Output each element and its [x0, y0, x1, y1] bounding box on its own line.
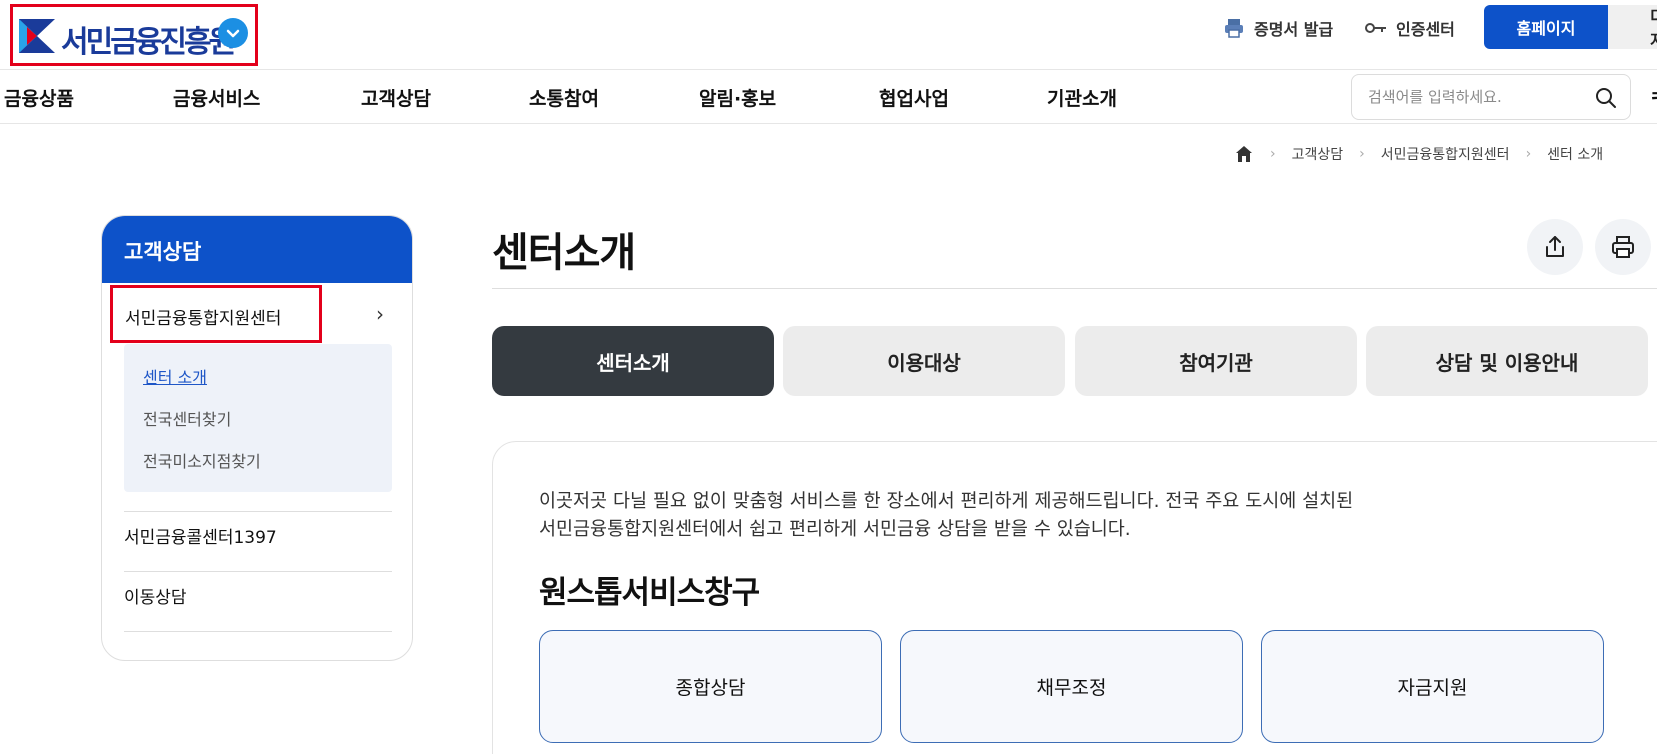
certificate-issue-link[interactable]: 증명서 발급 — [1222, 16, 1333, 40]
sidebar-item-call-center[interactable]: 서민금융콜센터1397 — [124, 523, 277, 548]
side-navigation: 고객상담 서민금융통합지원센터 › 센터 소개 전국센터찾기 전국미소지점찾기 … — [101, 215, 413, 661]
chevron-down-icon — [226, 29, 240, 38]
chevron-right-icon: › — [1525, 146, 1532, 162]
page-title: 센터소개 — [492, 230, 636, 276]
digital-button[interactable]: 디지 — [1608, 5, 1657, 49]
logo-link[interactable]: 서민금융진흥원 — [10, 4, 258, 66]
submenu-item-find-miso-branch[interactable]: 전국미소지점찾기 — [143, 448, 261, 472]
intro-text: 이곳저곳 다닐 필요 없이 맞춤형 서비스를 한 장소에서 편리하게 제공해드립… — [539, 488, 1353, 544]
logo-text: 서민금융진흥원 — [61, 25, 236, 60]
search-input[interactable] — [1368, 85, 1588, 109]
share-icon — [1546, 236, 1564, 257]
tab-consult-guide[interactable]: 상담 및 이용안내 — [1366, 326, 1648, 396]
gnb-item-financial-products[interactable]: 금융상품 — [4, 84, 74, 111]
logo-mark-icon — [19, 19, 55, 53]
gnb-item-financial-services[interactable]: 금융서비스 — [173, 84, 260, 111]
intro-line: 서민금융통합지원센터에서 쉽고 편리하게 서민금융 상담을 받을 수 있습니다. — [539, 519, 1131, 540]
submenu-item-center-intro[interactable]: 센터 소개 — [143, 364, 207, 388]
sidebar-submenu: 센터 소개 전국센터찾기 전국미소지점찾기 — [124, 344, 392, 492]
gnb-item-communication[interactable]: 소통참여 — [529, 84, 599, 111]
service-card-funding-support[interactable]: 자금지원 — [1261, 630, 1604, 743]
divider — [124, 511, 392, 512]
breadcrumb-item[interactable]: 고객상담 — [1292, 144, 1344, 164]
auth-center-link[interactable]: 인증센터 — [1364, 16, 1455, 40]
all-menu-button[interactable]: ㅋ — [1649, 82, 1657, 111]
annotation-highlight — [110, 285, 322, 343]
section-title: 원스톱서비스창구 — [539, 575, 760, 611]
homepage-button[interactable]: 홈페이지 — [1484, 5, 1608, 49]
printer-icon — [1612, 236, 1634, 258]
breadcrumb-current: 센터 소개 — [1547, 147, 1604, 163]
print-button[interactable] — [1595, 219, 1651, 275]
chevron-right-icon: › — [1270, 146, 1276, 162]
home-icon[interactable] — [1234, 144, 1254, 164]
tab-participating-orgs[interactable]: 참여기관 — [1075, 326, 1357, 396]
sidebar-title: 고객상담 — [102, 216, 412, 283]
logo-dropdown-button[interactable] — [218, 18, 248, 48]
main-navigation: 금융상품 금융서비스 고객상담 소통참여 알림·홍보 협업사업 기관소개 ㅋ — [0, 70, 1657, 124]
service-card-debt-adjustment[interactable]: 채무조정 — [900, 630, 1243, 743]
tab-eligibility[interactable]: 이용대상 — [783, 326, 1065, 396]
intro-line: 이곳저곳 다닐 필요 없이 맞춤형 서비스를 한 장소에서 편리하게 제공해드립… — [539, 491, 1354, 512]
submenu-item-find-center[interactable]: 전국센터찾기 — [143, 406, 231, 430]
gnb-item-cooperation[interactable]: 협업사업 — [879, 84, 949, 111]
divider — [124, 571, 392, 572]
share-button[interactable] — [1527, 219, 1583, 275]
chevron-right-icon: › — [376, 302, 384, 326]
top-utility-bar: 서민금융진흥원 증명서 발급 인증센터 홈페이지 디지 — [0, 0, 1657, 70]
breadcrumb: › 고객상담 › 서민금융통합지원센터 › 센터 소개 — [1234, 144, 1603, 164]
chevron-right-icon: › — [1359, 146, 1365, 162]
tab-center-intro[interactable]: 센터소개 — [492, 326, 774, 396]
service-card-general-consult[interactable]: 종합상담 — [539, 630, 882, 743]
key-icon — [1365, 23, 1386, 33]
gnb-item-customer-consult[interactable]: 고객상담 — [361, 84, 431, 111]
certificate-issue-label: 증명서 발급 — [1254, 20, 1334, 39]
gnb-item-about[interactable]: 기관소개 — [1047, 84, 1117, 111]
breadcrumb-item[interactable]: 서민금융통합지원센터 — [1381, 144, 1510, 164]
search-icon[interactable] — [1594, 86, 1618, 110]
divider — [124, 631, 392, 632]
auth-center-label: 인증센터 — [1396, 20, 1455, 39]
printer-icon — [1225, 19, 1243, 38]
search-box — [1351, 74, 1631, 120]
gnb-item-news-pr[interactable]: 알림·홍보 — [699, 84, 776, 111]
sidebar-item-mobile-consult[interactable]: 이동상담 — [124, 583, 187, 608]
title-divider — [492, 288, 1657, 289]
